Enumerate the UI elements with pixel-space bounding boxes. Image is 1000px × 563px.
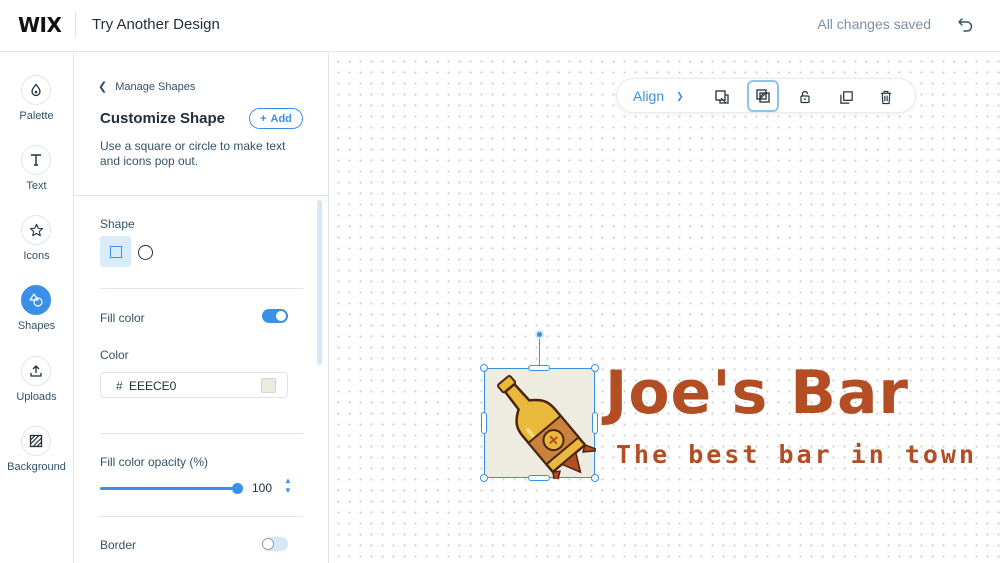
nav-label-icons: Icons [23, 250, 50, 262]
nav-item-shapes[interactable]: Shapes [0, 285, 73, 347]
left-nav: Palette Text Icons Shapes Uploads Backgr… [0, 53, 74, 563]
fill-color-toggle[interactable] [262, 309, 288, 323]
opacity-stepper[interactable]: ▲ ▼ [283, 476, 293, 498]
resize-handle-bottom[interactable] [528, 475, 550, 481]
border-label: Border [100, 538, 137, 552]
resize-handle-bottom-left[interactable] [480, 474, 488, 482]
nav-label-uploads: Uploads [16, 391, 57, 403]
nav-item-background[interactable]: Background [0, 426, 73, 488]
nav-label-text: Text [26, 180, 47, 192]
chevron-down-icon: ❯ [676, 91, 684, 101]
resize-handle-top-right[interactable] [591, 364, 599, 372]
toggle-knob [263, 539, 273, 549]
save-status: All changes saved [817, 16, 931, 32]
color-label: Color [100, 348, 129, 362]
top-bar: WIX Try Another Design All changes saved [0, 0, 1000, 52]
customize-shape-panel: ❮ Manage Shapes Customize Shape + Add Use … [74, 53, 329, 563]
panel-title: Customize Shape [100, 110, 226, 127]
document-title: Try Another Design [92, 16, 220, 33]
align-label: Align [633, 88, 665, 104]
opacity-slider-handle[interactable] [232, 483, 243, 494]
color-swatch[interactable] [261, 378, 276, 393]
header-divider [75, 12, 76, 38]
lock-icon[interactable] [793, 85, 817, 109]
fill-color-label: Fill color [100, 311, 145, 325]
add-button[interactable]: + Add [249, 108, 303, 129]
logo-tagline[interactable]: The best bar in town [616, 440, 977, 469]
nav-item-icons[interactable]: Icons [0, 215, 73, 277]
back-link[interactable]: ❮ Manage Shapes [98, 80, 195, 93]
nav-item-uploads[interactable]: Uploads [0, 356, 73, 418]
undo-icon[interactable] [956, 14, 976, 34]
border-toggle[interactable] [262, 537, 288, 551]
star-icon [21, 215, 51, 245]
text-icon [21, 145, 51, 175]
nav-item-palette[interactable]: Palette [0, 75, 73, 137]
color-hex-value: EEECE0 [129, 379, 177, 393]
nav-item-text[interactable]: Text [0, 145, 73, 207]
nav-label-shapes: Shapes [17, 320, 56, 332]
floating-toolbar: Align ❯ [616, 78, 916, 113]
chevron-left-icon: ❮ [98, 81, 108, 93]
palette-icon [21, 75, 51, 105]
design-canvas[interactable]: Align ❯ Joe's Bar The best bar in town [330, 53, 1000, 563]
section-divider [100, 433, 303, 434]
nav-label-palette: Palette [19, 110, 54, 122]
beer-bottle-icon [497, 375, 601, 489]
opacity-label: Fill color opacity (%) [100, 455, 209, 469]
upload-icon [21, 356, 51, 386]
color-hex-input[interactable]: # EEECE0 [100, 372, 288, 398]
panel-scrollbar[interactable] [317, 200, 322, 365]
toggle-knob [276, 311, 286, 321]
section-divider [100, 516, 303, 517]
bring-forward-icon[interactable] [710, 85, 734, 109]
resize-handle-bottom-right[interactable] [591, 474, 599, 482]
rotation-connector [539, 339, 540, 367]
duplicate-icon[interactable] [834, 85, 858, 109]
resize-handle-left[interactable] [481, 412, 487, 434]
resize-handle-right[interactable] [592, 412, 598, 434]
selected-shape[interactable] [484, 368, 601, 489]
rotate-handle[interactable] [535, 330, 544, 339]
wix-logo[interactable]: WIX [18, 13, 62, 37]
panel-description: Use a square or circle to make text and … [100, 139, 286, 168]
delete-icon[interactable] [874, 85, 898, 109]
opacity-value[interactable]: 100 [252, 481, 272, 495]
resize-handle-top[interactable] [528, 365, 550, 371]
logo-brand-name[interactable]: Joe's Bar [605, 358, 909, 428]
shape-label: Shape [100, 217, 135, 231]
section-divider [74, 195, 328, 196]
plus-icon: + [260, 112, 267, 125]
align-dropdown[interactable]: Align ❯ [633, 88, 684, 104]
square-shape-option[interactable] [100, 236, 131, 267]
nav-label-background: Background [7, 461, 66, 473]
shapes-icon [21, 285, 51, 315]
add-button-label: Add [270, 112, 292, 125]
hash-prefix: # [116, 379, 123, 393]
resize-handle-top-left[interactable] [480, 364, 488, 372]
background-icon [21, 426, 51, 456]
mask-icon[interactable] [747, 80, 779, 112]
opacity-slider-track[interactable] [100, 487, 238, 490]
back-label: Manage Shapes [115, 81, 196, 93]
section-divider [100, 288, 303, 289]
circle-shape-option[interactable] [138, 245, 153, 260]
square-icon [109, 245, 122, 258]
